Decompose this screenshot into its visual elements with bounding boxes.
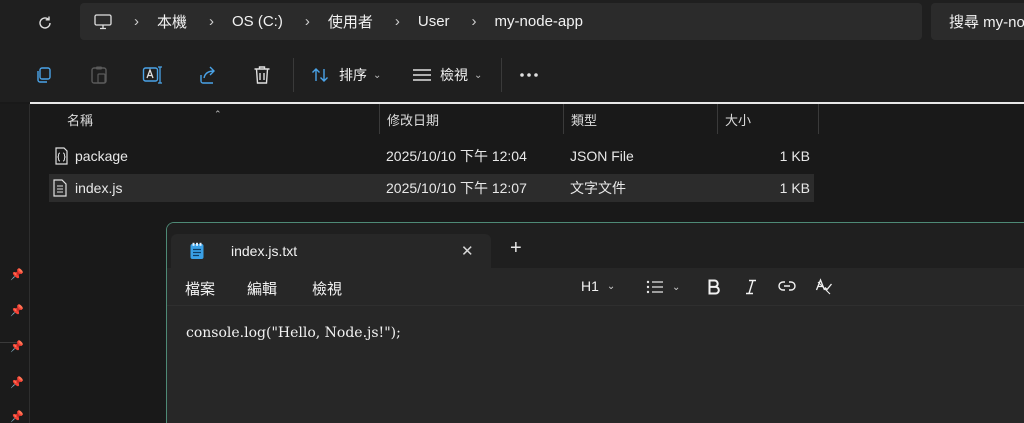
sort-ascending-icon: ⌃ — [214, 109, 222, 119]
pin-icon[interactable]: 📌 — [10, 376, 24, 390]
chevron-right-icon: › — [394, 13, 400, 30]
more-icon — [520, 73, 538, 77]
file-row[interactable]: index.js 2025/10/10 下午 12:07 文字文件 1 KB — [49, 174, 814, 202]
chevron-down-icon: ⌄ — [672, 281, 681, 293]
pin-icon[interactable]: 📌 — [10, 304, 24, 318]
file-size: 1 KB — [779, 180, 810, 196]
sort-icon — [312, 68, 328, 82]
file-type: JSON File — [570, 148, 634, 164]
menu-view[interactable]: 檢視 — [312, 278, 342, 299]
address-bar[interactable]: › 本機 › OS (C:) › 使用者 › User › my-node-app — [80, 3, 922, 40]
file-row[interactable]: package 2025/10/10 下午 12:04 JSON File 1 … — [49, 142, 814, 170]
paste-button[interactable] — [88, 64, 110, 86]
view-button[interactable]: 檢視 ⌄ — [412, 63, 482, 87]
column-header-label: 大小 — [725, 112, 752, 128]
bold-icon — [708, 279, 720, 295]
file-name: index.js — [75, 180, 123, 196]
pin-icon[interactable]: 📌 — [10, 268, 24, 282]
toolbar-divider — [501, 58, 502, 92]
bullet-list-icon — [646, 280, 663, 294]
pin-icon[interactable]: 📌 — [10, 410, 24, 423]
breadcrumb-item[interactable]: OS (C:) — [232, 13, 283, 30]
breadcrumb-item[interactable]: 本機 — [157, 11, 187, 32]
command-bar: 排序 ⌄ 檢視 ⌄ — [0, 48, 1024, 102]
spellcheck-icon — [815, 278, 833, 295]
json-file-icon — [53, 142, 73, 170]
notepad-icon — [189, 242, 205, 265]
paste-icon — [91, 66, 107, 84]
file-size: 1 KB — [779, 148, 810, 164]
close-tab-icon[interactable]: ✕ — [461, 242, 474, 260]
share-icon — [200, 66, 215, 84]
rename-button[interactable] — [142, 64, 164, 86]
italic-icon — [746, 279, 756, 295]
bold-button[interactable] — [707, 279, 721, 295]
refresh-icon — [39, 16, 51, 29]
sort-label: 排序 — [339, 67, 367, 83]
notepad-editor[interactable]: console.log("Hello, Node.js!"); — [167, 305, 1024, 423]
menu-edit[interactable]: 編輯 — [247, 278, 277, 299]
editor-content: console.log("Hello, Node.js!"); — [186, 325, 401, 341]
column-header-label: 修改日期 — [387, 112, 440, 128]
link-icon — [778, 281, 796, 291]
column-header-label: 類型 — [571, 112, 598, 128]
column-header-type[interactable]: 類型 — [564, 104, 718, 134]
file-name: package — [75, 148, 128, 164]
refresh-button[interactable] — [30, 8, 60, 38]
address-row: › 本機 › OS (C:) › 使用者 › User › my-node-app 搜尋 … — [0, 0, 1024, 48]
search-input[interactable]: 搜尋 my-node-app — [931, 3, 1024, 40]
view-list-icon — [413, 69, 431, 81]
column-header-size[interactable]: 大小 — [718, 104, 819, 134]
file-type: 文字文件 — [570, 180, 626, 196]
menu-file[interactable]: 檔案 — [185, 278, 215, 299]
share-button[interactable] — [197, 64, 219, 86]
chevron-down-icon: ⌄ — [474, 69, 483, 81]
notepad-tab-title: index.js.txt — [231, 243, 298, 259]
pin-icon[interactable]: 📌 — [10, 340, 24, 354]
breadcrumb-item[interactable]: my-node-app — [495, 13, 583, 30]
link-button[interactable] — [778, 280, 796, 292]
chevron-right-icon: › — [134, 13, 139, 30]
heading-value: H1 — [581, 278, 599, 294]
copy-icon — [37, 67, 51, 83]
notepad-titlebar: index.js.txt ✕ + — [167, 223, 1024, 269]
spellcheck-button[interactable] — [815, 278, 833, 296]
rename-icon — [142, 66, 162, 84]
navigation-pane: 📌 📌 📌 📌 📌 — [0, 104, 30, 423]
delete-button[interactable] — [251, 64, 273, 86]
file-modified: 2025/10/10 下午 12:04 — [386, 148, 527, 164]
italic-button[interactable] — [744, 279, 758, 295]
notepad-tab[interactable]: index.js.txt ✕ — [171, 234, 491, 269]
more-options-button[interactable] — [518, 64, 540, 86]
notepad-window: index.js.txt ✕ + 檔案 編輯 檢視 H1 ⌄ ⌄ console… — [166, 222, 1024, 423]
column-header-label: 名稱 — [67, 112, 94, 128]
heading-dropdown[interactable]: H1 ⌄ — [581, 278, 615, 294]
new-tab-button[interactable]: + — [510, 238, 522, 258]
text-file-icon — [53, 174, 73, 202]
delete-icon — [254, 66, 270, 84]
chevron-right-icon: › — [209, 13, 215, 30]
sort-button[interactable]: 排序 ⌄ — [311, 63, 381, 87]
notepad-menubar: 檔案 編輯 檢視 H1 ⌄ ⌄ — [167, 269, 1024, 305]
list-dropdown[interactable]: ⌄ — [646, 280, 680, 294]
breadcrumb-item[interactable]: User — [418, 13, 450, 30]
chevron-right-icon: › — [304, 13, 310, 30]
file-modified: 2025/10/10 下午 12:07 — [386, 180, 527, 196]
toolbar-divider — [293, 58, 294, 92]
breadcrumb-this-pc-icon[interactable] — [94, 13, 112, 30]
chevron-right-icon: › — [471, 13, 477, 30]
monitor-icon — [94, 13, 112, 29]
chevron-down-icon: ⌄ — [606, 280, 616, 292]
column-header-modified[interactable]: 修改日期 — [380, 104, 564, 134]
chevron-down-icon: ⌄ — [373, 69, 382, 81]
breadcrumb-item[interactable]: 使用者 — [328, 11, 373, 32]
copy-button[interactable] — [33, 64, 55, 86]
view-label: 檢視 — [440, 67, 468, 83]
